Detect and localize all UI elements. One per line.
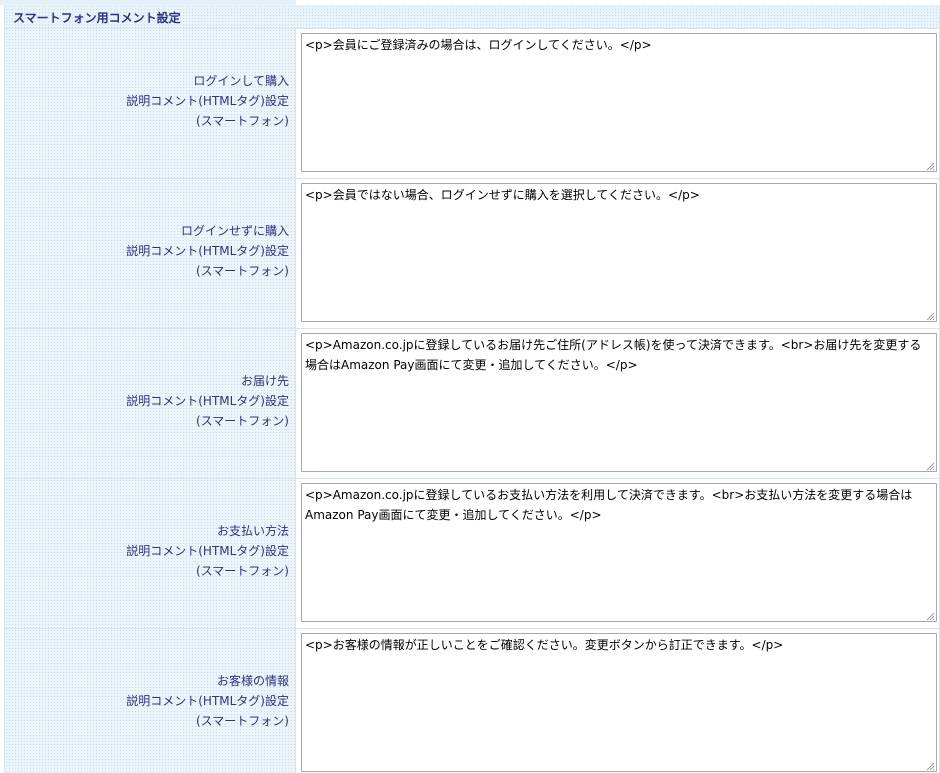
value-cell: <p>Amazon.co.jpに登録しているお届け先ご住所(アドレス帳)を使って… (296, 329, 939, 478)
label-line-1: お客様の情報 (216, 674, 289, 688)
setting-row-payment-method: お支払い方法 説明コメント(HTMLタグ)設定 (スマートフォン) <p>Ama… (5, 479, 939, 629)
label-line-1: お支払い方法 (216, 524, 289, 538)
row-label: ログインせずに購入 説明コメント(HTMLタグ)設定 (スマートフォン) (126, 221, 289, 281)
label-line-1: ログインして購入 (193, 74, 289, 88)
section-title: スマートフォン用コメント設定 (13, 11, 181, 25)
row-label: ログインして購入 説明コメント(HTMLタグ)設定 (スマートフォン) (126, 71, 289, 131)
label-cell: ログインして購入 説明コメント(HTMLタグ)設定 (スマートフォン) (5, 29, 296, 178)
label-cell: ログインせずに購入 説明コメント(HTMLタグ)設定 (スマートフォン) (5, 179, 296, 328)
comment-textarea-customer-info[interactable]: <p>お客様の情報が正しいことをご確認ください。変更ボタンから訂正できます。</… (301, 633, 937, 772)
label-line-1: ログインせずに購入 (180, 224, 289, 238)
label-line-3: (スマートフォン) (195, 714, 289, 728)
comment-textarea-guest-purchase[interactable]: <p>会員ではない場合、ログインせずに購入を選択してください。</p> (301, 183, 937, 322)
comment-textarea-delivery-address[interactable]: <p>Amazon.co.jpに登録しているお届け先ご住所(アドレス帳)を使って… (301, 333, 937, 472)
label-line-2: 説明コメント(HTMLタグ)設定 (126, 544, 289, 558)
comment-textarea-login-purchase[interactable]: <p>会員にご登録済みの場合は、ログインしてください。</p> (301, 33, 937, 172)
label-line-2: 説明コメント(HTMLタグ)設定 (126, 394, 289, 408)
label-line-1: お届け先 (240, 374, 289, 388)
value-cell: <p>お客様の情報が正しいことをご確認ください。変更ボタンから訂正できます。</… (296, 629, 939, 773)
label-line-2: 説明コメント(HTMLタグ)設定 (126, 244, 289, 258)
row-label: お客様の情報 説明コメント(HTMLタグ)設定 (スマートフォン) (126, 671, 289, 731)
value-cell: <p>会員にご登録済みの場合は、ログインしてください。</p> (296, 29, 939, 178)
label-line-2: 説明コメント(HTMLタグ)設定 (126, 94, 289, 108)
label-line-3: (スマートフォン) (195, 114, 289, 128)
label-line-3: (スマートフォン) (195, 414, 289, 428)
row-label: お届け先 説明コメント(HTMLタグ)設定 (スマートフォン) (126, 371, 289, 431)
label-line-2: 説明コメント(HTMLタグ)設定 (126, 694, 289, 708)
section-header: スマートフォン用コメント設定 (5, 5, 939, 29)
setting-row-delivery-address: お届け先 説明コメント(HTMLタグ)設定 (スマートフォン) <p>Amazo… (5, 329, 939, 479)
setting-row-customer-info: お客様の情報 説明コメント(HTMLタグ)設定 (スマートフォン) <p>お客様… (5, 629, 939, 773)
settings-table: スマートフォン用コメント設定 ログインして購入 説明コメント(HTMLタグ)設定… (4, 5, 940, 773)
label-line-3: (スマートフォン) (195, 564, 289, 578)
setting-row-login-purchase: ログインして購入 説明コメント(HTMLタグ)設定 (スマートフォン) <p>会… (5, 29, 939, 179)
label-line-3: (スマートフォン) (195, 264, 289, 278)
row-label: お支払い方法 説明コメント(HTMLタグ)設定 (スマートフォン) (126, 521, 289, 581)
label-cell: お客様の情報 説明コメント(HTMLタグ)設定 (スマートフォン) (5, 629, 296, 773)
label-cell: お支払い方法 説明コメント(HTMLタグ)設定 (スマートフォン) (5, 479, 296, 628)
label-cell: お届け先 説明コメント(HTMLタグ)設定 (スマートフォン) (5, 329, 296, 478)
value-cell: <p>Amazon.co.jpに登録しているお支払い方法を利用して決済できます。… (296, 479, 939, 628)
setting-row-guest-purchase: ログインせずに購入 説明コメント(HTMLタグ)設定 (スマートフォン) <p>… (5, 179, 939, 329)
comment-textarea-payment-method[interactable]: <p>Amazon.co.jpに登録しているお支払い方法を利用して決済できます。… (301, 483, 937, 622)
value-cell: <p>会員ではない場合、ログインせずに購入を選択してください。</p> (296, 179, 939, 328)
